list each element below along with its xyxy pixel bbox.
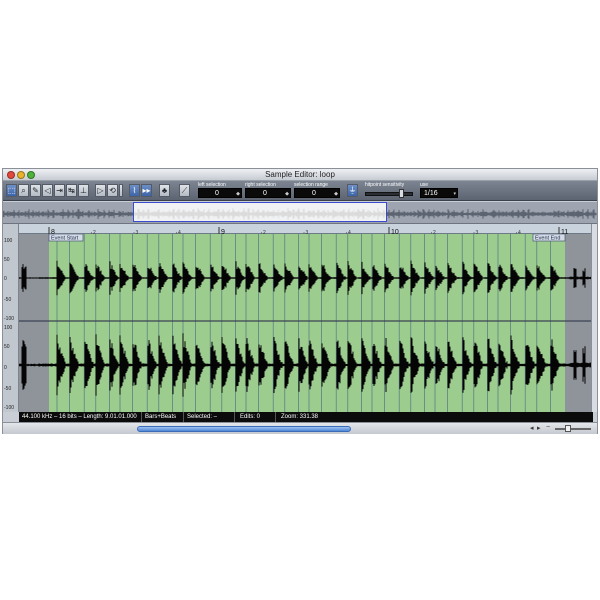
scroll-left-icon[interactable]: ◂ xyxy=(530,424,534,432)
horizontal-scroll-thumb[interactable] xyxy=(137,426,351,432)
scale-label: 50 xyxy=(4,344,10,350)
zoom-out-icon[interactable]: − xyxy=(546,424,550,431)
scale-label: 50 xyxy=(4,257,10,263)
zoom-info: Zoom: 331.38 xyxy=(281,414,319,420)
use-value[interactable]: 1/16 xyxy=(424,190,438,197)
event-end-marker[interactable]: Event End xyxy=(535,236,560,242)
show-hitpoints-icon[interactable]: ⌇ xyxy=(129,184,140,197)
overview-view-range[interactable] xyxy=(133,202,387,222)
scrub-tool-icon[interactable]: ⇥ xyxy=(54,184,65,197)
status-bar: 44.100 kHz – 16 bits – Length: 9.01.01.0… xyxy=(19,412,593,422)
level-scale: 100 50 0 -50 -100 100 50 0 -50 -100 xyxy=(3,224,19,412)
speaker-tool-icon[interactable]: ◁ xyxy=(42,184,53,197)
stepper-icon[interactable]: ◆ xyxy=(236,189,240,199)
zoom-slider-thumb[interactable] xyxy=(565,425,571,432)
volume-knob-icon[interactable] xyxy=(119,184,123,197)
timeline-ruler[interactable]: 8910112342342342 xyxy=(19,224,595,237)
left-selection-value[interactable]: 0 xyxy=(215,190,219,197)
scale-label: 0 xyxy=(4,276,7,282)
scale-label: -100 xyxy=(4,405,15,411)
hitpoint-tool-icon[interactable]: ⊥ xyxy=(78,184,89,197)
horizontal-scrollbar[interactable]: ◂ ▸ − xyxy=(3,422,597,434)
scale-label: 100 xyxy=(4,325,13,331)
selection-range-field[interactable]: selection range 0 ◆ xyxy=(294,182,340,200)
scale-label: -50 xyxy=(4,386,12,392)
waveform-display[interactable]: Event Start Event End xyxy=(19,234,593,412)
loop-icon[interactable]: ⟲ xyxy=(107,184,118,197)
window-title: Sample Editor: loop xyxy=(265,170,335,179)
slider-track[interactable] xyxy=(365,192,413,196)
zoom-tool-icon[interactable]: ⌕ xyxy=(18,184,29,197)
dropdown-icon[interactable]: ▾ xyxy=(453,189,456,199)
ruler-mode-select[interactable]: Bars+Beats xyxy=(145,412,176,422)
hitpoint-sensitivity-slider[interactable]: hitpoint sensitivity xyxy=(365,182,415,200)
audio-format-info: 44.100 kHz – 16 bits – Length: 9.01.01.0… xyxy=(22,414,137,420)
scale-label: 100 xyxy=(4,238,13,244)
stepper-icon[interactable]: ◆ xyxy=(285,189,289,199)
sample-editor-window: Sample Editor: loop ⬚ ⌕ ✎ ◁ ⇥ ↹ ⊥ ▷ ⟲ ⌇ … xyxy=(2,168,598,434)
edits-info: Edits: 0 xyxy=(240,414,261,420)
range-selection-tool-icon[interactable]: ⬚ xyxy=(6,184,17,197)
auto-scroll-icon[interactable]: ▸▸ xyxy=(141,184,152,197)
zoom-slider-track[interactable] xyxy=(555,428,591,430)
toolbar: ⬚ ⌕ ✎ ◁ ⇥ ↹ ⊥ ▷ ⟲ ⌇ ▸▸ ♣ ⟋ left selectio… xyxy=(3,181,597,201)
stepper-icon[interactable]: ◆ xyxy=(334,189,338,199)
vertical-scrollbar[interactable] xyxy=(591,224,597,412)
title-bar: Sample Editor: loop xyxy=(3,169,597,181)
snap-icon[interactable]: ♣ xyxy=(159,184,170,197)
overview-line[interactable] xyxy=(3,202,597,224)
left-selection-field[interactable]: left selection 0 ◆ xyxy=(198,182,242,200)
play-icon[interactable]: ▷ xyxy=(95,184,106,197)
snap-to-zero-icon[interactable]: ⟋ xyxy=(179,184,190,197)
right-selection-value[interactable]: 0 xyxy=(263,190,267,197)
scale-label: -100 xyxy=(4,316,15,322)
selected-info: Selected: – xyxy=(187,414,218,420)
filter-icon[interactable]: ⏚ xyxy=(347,184,358,197)
scroll-right-icon[interactable]: ▸ xyxy=(537,424,541,432)
waveform-canvas: Event Start Event End xyxy=(19,234,593,412)
right-selection-field[interactable]: right selection 0 ◆ xyxy=(245,182,291,200)
slider-thumb[interactable] xyxy=(399,189,404,198)
scale-label: -50 xyxy=(4,297,12,303)
selection-range-value[interactable]: 0 xyxy=(312,190,316,197)
event-start-marker[interactable]: Event Start xyxy=(51,236,79,242)
pencil-tool-icon[interactable]: ✎ xyxy=(30,184,41,197)
use-field[interactable]: use 1/16 ▾ xyxy=(420,182,458,200)
time-warp-tool-icon[interactable]: ↹ xyxy=(66,184,77,197)
scale-label: 0 xyxy=(4,365,7,371)
